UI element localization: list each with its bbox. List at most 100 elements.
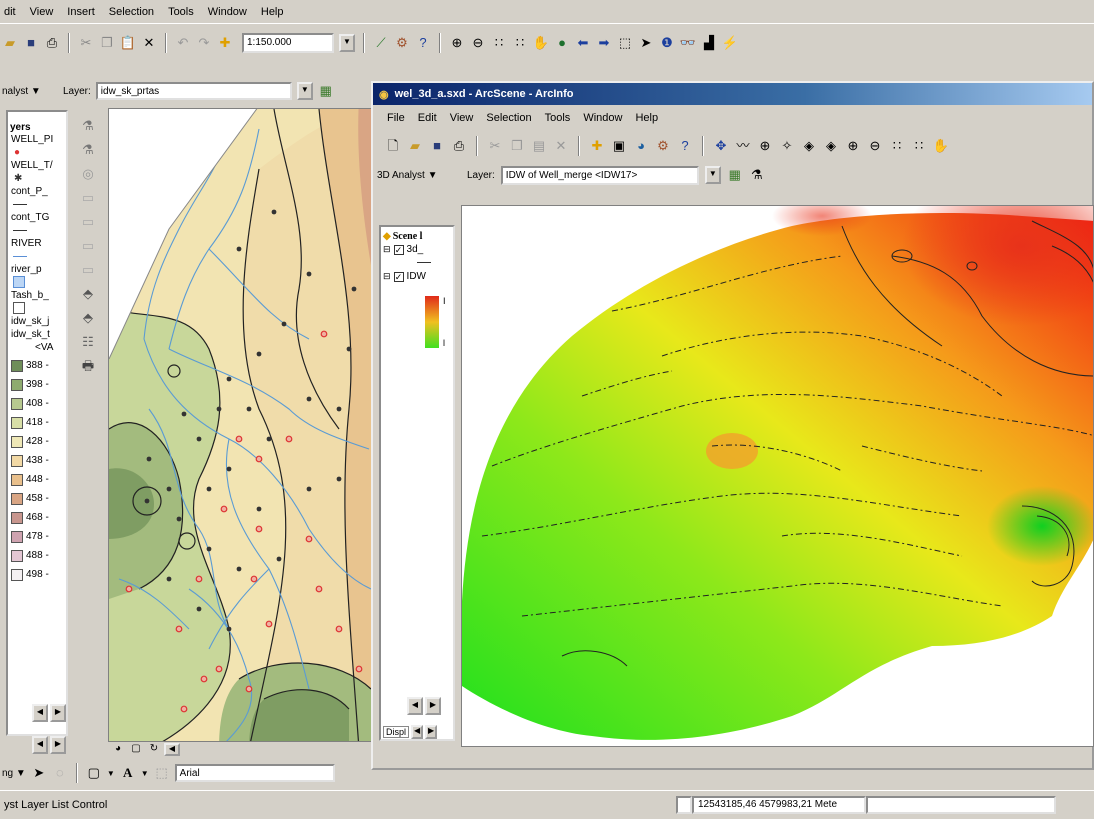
scroll-right-button[interactable]: ▶ <box>50 704 66 722</box>
tab-scroll-left-button[interactable]: ◀ <box>32 736 48 754</box>
select-features-icon[interactable]: ⬚ <box>617 35 633 51</box>
measure-icon[interactable]: ▟ <box>701 35 717 51</box>
scene-menu-window[interactable]: Window <box>583 112 622 124</box>
well-point[interactable] <box>196 606 202 612</box>
layer-dropdown-button[interactable]: ▼ <box>296 82 313 100</box>
tab-scroll-left-button[interactable]: ◀ <box>411 725 424 739</box>
back-icon[interactable]: ⬅ <box>575 35 591 51</box>
pan-icon[interactable]: ✋ <box>533 35 549 51</box>
well-point-red[interactable] <box>200 675 208 683</box>
menu-tools[interactable]: Tools <box>168 6 194 18</box>
well-point[interactable] <box>306 486 312 492</box>
well-point-red[interactable] <box>195 575 203 583</box>
editor-icon[interactable]: ⟋ <box>373 35 389 51</box>
display-tab[interactable]: Displ <box>383 726 410 738</box>
create-profile-icon[interactable]: ⬘ <box>80 286 96 302</box>
print-preview-icon[interactable]: 🖶 <box>80 358 96 374</box>
well-point-red[interactable] <box>285 435 293 443</box>
scene-toc-hscroll[interactable]: ◀ ▶ <box>379 697 455 715</box>
zoom-out-icon[interactable]: ⊖ <box>867 138 883 154</box>
map-scroll-left-button[interactable]: ◀ <box>164 742 180 756</box>
tab-scroll-right-button[interactable]: ▶ <box>50 736 66 754</box>
toc-layer-idw-sk-t[interactable]: idw_sk_t <box>11 328 66 341</box>
well-point[interactable] <box>196 436 202 442</box>
well-point[interactable] <box>166 486 172 492</box>
toc-layer-well-t[interactable]: WELL_T/ <box>11 159 66 172</box>
expand-icon[interactable]: ⊟ <box>383 244 391 255</box>
scene-layer-select[interactable]: IDW of Well_merge <IDW17> <box>500 165 699 185</box>
scene-menu-selection[interactable]: Selection <box>486 112 531 124</box>
forward-icon[interactable]: ➡ <box>596 35 612 51</box>
well-point-red[interactable] <box>255 525 263 533</box>
menu-view[interactable]: View <box>30 6 54 18</box>
arcscene-icon[interactable]: ⬘ <box>80 310 96 326</box>
select-elements-icon[interactable]: ➤ <box>638 35 654 51</box>
copy-icon[interactable]: ❐ <box>509 138 525 154</box>
arctoolbox-icon[interactable]: ⚙ <box>655 138 671 154</box>
scene-properties-icon[interactable]: ▣ <box>611 138 627 154</box>
profile-icon[interactable]: ▭ <box>80 190 96 206</box>
menu-insert[interactable]: Insert <box>67 6 95 18</box>
well-point-red[interactable] <box>215 665 223 673</box>
cut-icon[interactable]: ✂ <box>487 138 503 154</box>
well-point-red[interactable] <box>180 705 188 713</box>
fixed-zoom-in-icon[interactable]: ∷ <box>889 138 905 154</box>
data-view-icon[interactable]: ◕ <box>110 741 126 757</box>
well-point[interactable] <box>351 286 357 292</box>
layer-checkbox[interactable]: ✓ <box>393 271 404 282</box>
tab-scroll-right-button[interactable]: ▶ <box>425 725 438 739</box>
identify-icon[interactable]: ❶ <box>659 35 675 51</box>
map-canvas[interactable] <box>109 109 374 742</box>
expand-icon[interactable]: ⊟ <box>383 271 391 282</box>
drawing-menu[interactable]: ng ▼ <box>2 768 26 779</box>
3d-analyst-menu[interactable]: nalyst ▼ <box>0 86 58 97</box>
well-point[interactable] <box>246 406 252 412</box>
contour-tool-icon[interactable]: ⚗ <box>80 118 96 134</box>
scene-layer-3d[interactable]: 3d_ <box>407 244 424 255</box>
steepest-path-icon[interactable]: ⚗ <box>749 167 765 183</box>
add-data-icon[interactable]: ✚ <box>589 138 605 154</box>
line-of-sight-icon[interactable]: ◎ <box>80 166 96 182</box>
well-point[interactable] <box>181 411 187 417</box>
new-icon[interactable]: 🗋 <box>385 138 401 154</box>
well-point[interactable] <box>144 498 150 504</box>
toc-layer-well-pi[interactable]: WELL_PI <box>11 133 66 146</box>
well-point[interactable] <box>281 321 287 327</box>
scale-dropdown-button[interactable]: ▼ <box>339 34 355 52</box>
scene-layer-idw[interactable]: IDW <box>407 271 426 282</box>
well-point-red[interactable] <box>255 455 263 463</box>
paste-icon[interactable]: 📋 <box>120 35 136 51</box>
well-point-red[interactable] <box>125 585 133 593</box>
refresh-icon[interactable]: ↻ <box>146 741 162 757</box>
well-point[interactable] <box>306 271 312 277</box>
arcscene-titlebar[interactable]: ◉ wel_3d_a.sxd - ArcScene - ArcInfo <box>373 83 1092 105</box>
3d-tool-icon[interactable]: ▦ <box>727 167 743 183</box>
menu-window[interactable]: Window <box>208 6 247 18</box>
3d-tool-icon[interactable]: ▦ <box>318 83 334 99</box>
rectangle-icon[interactable]: ▢ <box>86 765 102 781</box>
well-point[interactable] <box>146 456 152 462</box>
menu-selection[interactable]: Selection <box>109 6 154 18</box>
pan-icon[interactable]: ✋ <box>933 138 949 154</box>
well-point[interactable] <box>206 486 212 492</box>
fly-icon[interactable]: 〰 <box>735 138 751 154</box>
arcglobe-icon[interactable]: ☷ <box>80 334 96 350</box>
whats-this-icon[interactable]: ? <box>415 35 431 51</box>
well-point[interactable] <box>206 546 212 552</box>
well-point[interactable] <box>336 406 342 412</box>
save-icon[interactable]: ■ <box>23 35 39 51</box>
target-icon[interactable]: ⊕ <box>757 138 773 154</box>
well-point-red[interactable] <box>315 585 323 593</box>
toc-hscroll[interactable]: ◀ ▶ <box>6 704 68 722</box>
well-point[interactable] <box>166 576 172 582</box>
whats-this-icon[interactable]: ? <box>677 138 693 154</box>
undo-icon[interactable]: ↶ <box>175 35 191 51</box>
menu-edit[interactable]: dit <box>4 6 16 18</box>
interpolate-line-icon[interactable]: ▭ <box>80 238 96 254</box>
well-point[interactable] <box>226 466 232 472</box>
scene-layer-dropdown-button[interactable]: ▼ <box>704 166 721 184</box>
delete-icon[interactable]: ✕ <box>553 138 569 154</box>
text-dropdown[interactable]: ▼ <box>141 769 149 778</box>
scene-3d-analyst-menu[interactable]: 3D Analyst ▼ <box>377 170 461 181</box>
zoom-in-icon[interactable]: ⊕ <box>449 35 465 51</box>
